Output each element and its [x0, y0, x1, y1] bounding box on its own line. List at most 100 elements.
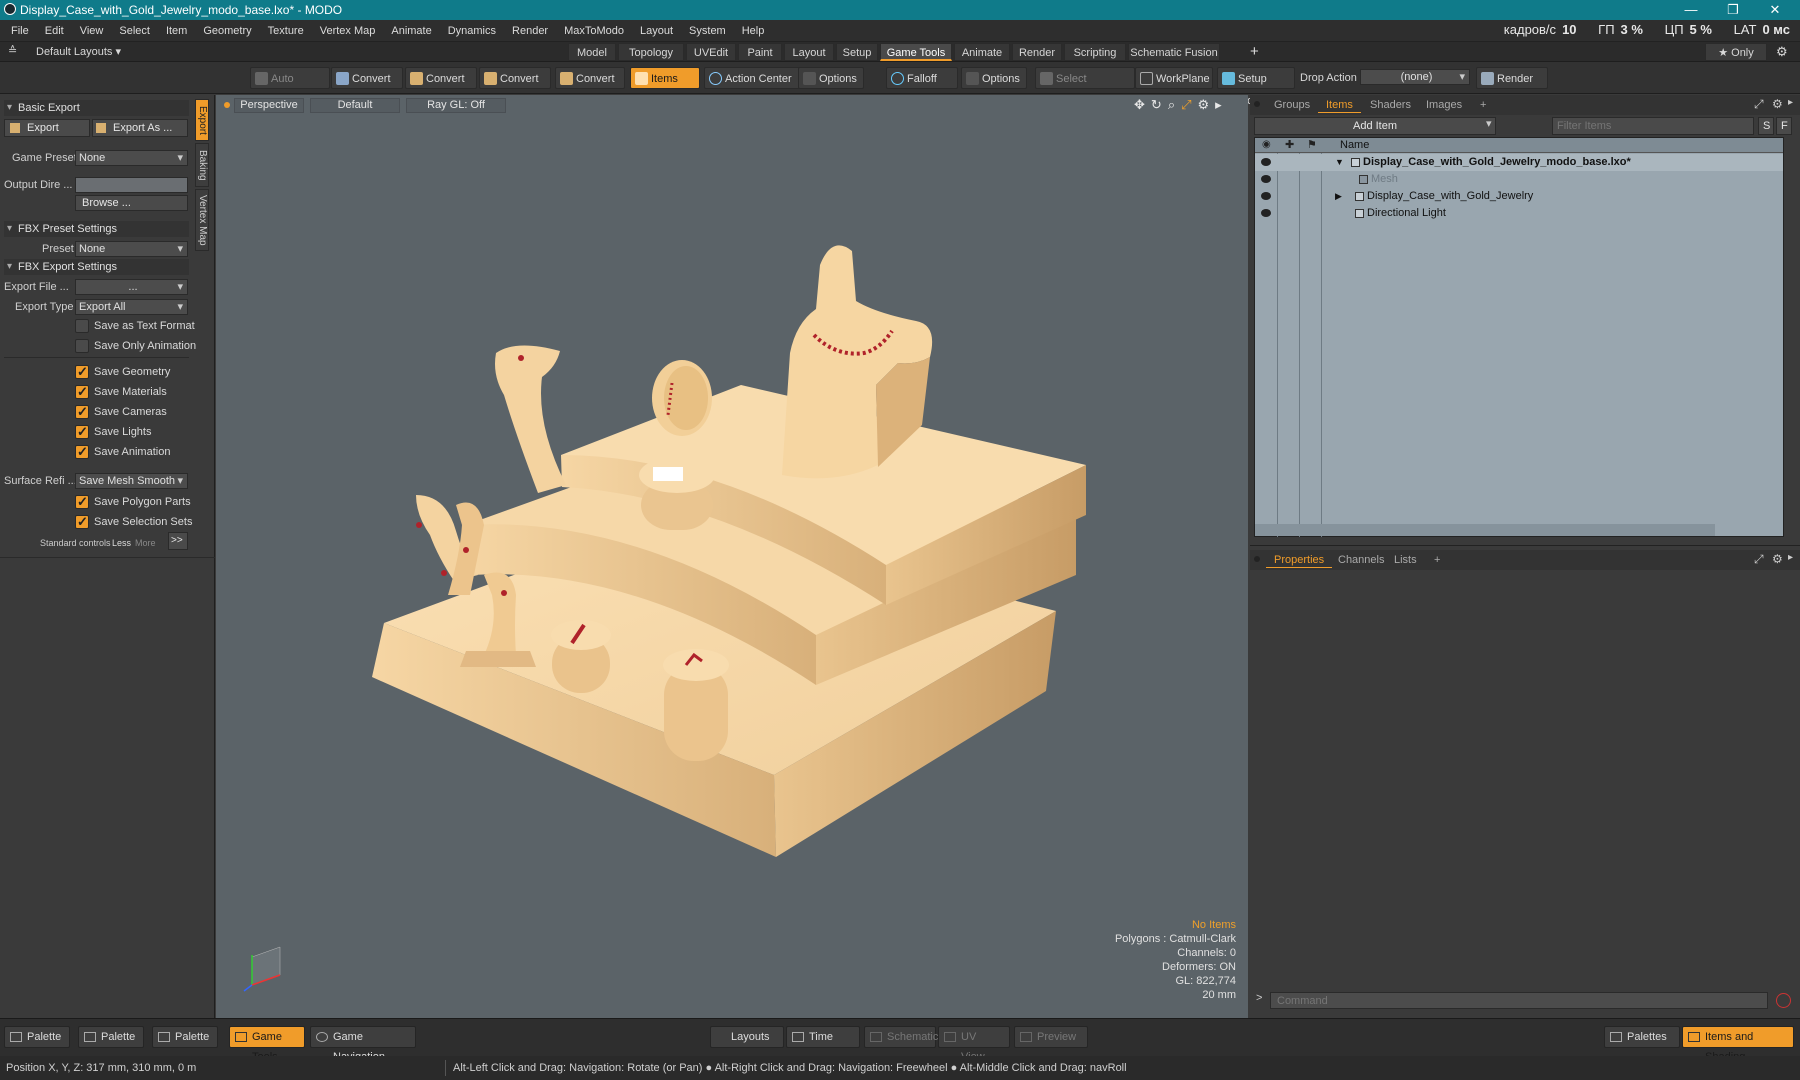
auto-select-button[interactable]: Auto Select	[250, 67, 330, 107]
visibility-eye-icon[interactable]	[1261, 209, 1271, 217]
render-button[interactable]: Render ...	[1476, 67, 1548, 107]
uv-view-button[interactable]: UV View	[938, 1026, 1010, 1063]
add-item-dropdown-icon[interactable]: ▾	[1486, 117, 1492, 130]
preview-button[interactable]: Preview	[1014, 1026, 1088, 1048]
visibility-eye-icon[interactable]	[1261, 192, 1271, 200]
only-toggle[interactable]: ★ Only	[1705, 43, 1767, 61]
menu-system[interactable]: System	[681, 20, 734, 42]
layout-tab-topology[interactable]: Topology	[618, 43, 684, 61]
fbx-export-settings-header[interactable]: FBX Export Settings	[4, 259, 189, 275]
expand-panel-icon[interactable]: ⤢	[1754, 552, 1764, 567]
3d-viewport[interactable]: Perspective Default Ray GL: Off ✥↻⌕⤢⚙▸ N…	[216, 95, 1248, 1018]
convert-button-1[interactable]: Convert	[331, 67, 403, 89]
palette-button-1[interactable]: Palette	[4, 1026, 70, 1048]
close-button[interactable]: ✕	[1752, 0, 1798, 20]
falloff-button[interactable]: Falloff	[886, 67, 958, 89]
vtab-export[interactable]: Export	[195, 99, 209, 141]
menu-select[interactable]: Select	[111, 20, 158, 42]
items-and-shading-button[interactable]: Items and Shading	[1682, 1026, 1794, 1063]
checkbox-save-animation[interactable]	[75, 444, 89, 460]
palettes-button[interactable]: Palettes	[1604, 1026, 1680, 1048]
surface-refinement-dropdown[interactable]: Save Mesh Smooth ...	[75, 473, 188, 501]
checkbox-save-cameras[interactable]	[75, 404, 89, 420]
expand-arrow-icon[interactable]: ▶	[1335, 188, 1342, 205]
select-through-button[interactable]: Select Through	[1035, 67, 1135, 107]
item-row[interactable]: Directional Light	[1255, 205, 1783, 222]
add-tab-button[interactable]: +	[1426, 552, 1448, 568]
menu-maxtomodo[interactable]: MaxToModo	[556, 20, 632, 42]
checkbox-save-as-text-format[interactable]	[75, 319, 89, 333]
horizontal-scrollbar[interactable]	[1255, 524, 1715, 536]
more-options-button[interactable]: >>	[168, 532, 188, 550]
filter-items-input[interactable]	[1552, 117, 1754, 135]
add-item-button[interactable]: Add Item	[1254, 117, 1496, 135]
layout-tab-uvedit[interactable]: UVEdit	[686, 43, 736, 61]
tab-shaders[interactable]: Shaders	[1362, 97, 1419, 113]
filter-f-button[interactable]: F	[1776, 117, 1792, 135]
filter-s-button[interactable]: S	[1758, 117, 1774, 135]
less-link[interactable]: Less	[112, 538, 131, 548]
visibility-eye-icon[interactable]	[1261, 158, 1271, 166]
action-center-options-button[interactable]: Options	[798, 67, 864, 89]
tab-items[interactable]: Items	[1318, 97, 1361, 113]
menu-vertex-map[interactable]: Vertex Map	[312, 20, 384, 42]
layout-tab-schematic-fusion[interactable]: Schematic Fusion	[1128, 43, 1220, 61]
falloff-options-button[interactable]: Options	[961, 67, 1027, 89]
menu-dynamics[interactable]: Dynamics	[440, 20, 504, 42]
default-layouts-dropdown[interactable]: Default Layouts ▾	[36, 45, 121, 58]
layout-tab-animate[interactable]: Animate	[954, 43, 1010, 61]
layout-tab-paint[interactable]: Paint	[738, 43, 782, 61]
time-button[interactable]: Time	[786, 1026, 860, 1048]
menu-texture[interactable]: Texture	[260, 20, 312, 42]
setup-mode-button[interactable]: Setup Mode	[1217, 67, 1295, 107]
layouts-button[interactable]: Layouts	[710, 1026, 784, 1048]
gear-icon[interactable]: ⚙	[1776, 44, 1788, 60]
convert-button-4[interactable]: Convert	[555, 67, 625, 89]
menu-item[interactable]: Item	[158, 20, 195, 42]
output-dir-field[interactable]	[75, 177, 188, 193]
basic-export-header[interactable]: Basic Export	[4, 100, 189, 116]
minimize-button[interactable]: —	[1668, 0, 1714, 20]
menu-view[interactable]: View	[72, 20, 112, 42]
menu-help[interactable]: Help	[734, 20, 773, 42]
panel-settings-icon[interactable]: ⚙	[1772, 552, 1783, 566]
layout-tab-scripting[interactable]: Scripting	[1064, 43, 1126, 61]
palette-button-2[interactable]: Palette	[78, 1026, 144, 1048]
menu-layout[interactable]: Layout	[632, 20, 681, 42]
add-layout-tab-button[interactable]: +	[1250, 43, 1259, 60]
tab-images[interactable]: Images	[1418, 97, 1470, 113]
more-link[interactable]: More	[135, 538, 156, 548]
checkbox-save-selection-sets[interactable]	[75, 514, 89, 530]
lock-column-icon[interactable]: ✚	[1285, 138, 1294, 151]
convert-button-3[interactable]: Convert	[479, 67, 551, 89]
browse-button[interactable]: Browse ...	[75, 195, 188, 211]
layout-tab-model[interactable]: Model	[568, 43, 616, 61]
convert-button-2[interactable]: Convert	[405, 67, 477, 89]
layout-tab-game-tools[interactable]: Game Tools	[880, 43, 952, 61]
export-file-dropdown[interactable]: ...	[75, 279, 188, 295]
visibility-eye-icon[interactable]	[1261, 175, 1271, 183]
items-mode-button[interactable]: Items	[630, 67, 700, 89]
checkbox-save-lights[interactable]	[75, 424, 89, 440]
tab-groups[interactable]: Groups	[1266, 97, 1318, 113]
panel-menu-icon[interactable]: ▸	[1788, 552, 1793, 563]
visibility-column-icon[interactable]: ◉	[1262, 139, 1271, 150]
menu-geometry[interactable]: Geometry	[195, 20, 259, 42]
name-column-header[interactable]: Name	[1340, 139, 1369, 151]
preset-dropdown[interactable]: None	[75, 241, 188, 257]
layout-tab-render[interactable]: Render	[1012, 43, 1062, 61]
layout-tab-setup[interactable]: Setup	[836, 43, 878, 61]
checkbox-save-materials[interactable]	[75, 384, 89, 400]
menu-edit[interactable]: Edit	[37, 20, 72, 42]
checkbox-save-geometry[interactable]	[75, 364, 89, 380]
vtab-baking[interactable]: Baking	[195, 143, 209, 187]
render-column-icon[interactable]: ⚑	[1307, 138, 1317, 151]
item-row[interactable]: Mesh	[1255, 171, 1783, 188]
maximize-button[interactable]: ❐	[1710, 0, 1756, 20]
panel-menu-icon[interactable]: ▸	[1788, 97, 1793, 108]
tab-channels[interactable]: Channels	[1330, 552, 1392, 568]
action-center-button[interactable]: Action Center	[704, 67, 800, 89]
game-preset-dropdown[interactable]: None	[75, 150, 188, 166]
tab-lists[interactable]: Lists	[1386, 552, 1425, 568]
command-input[interactable]	[1270, 992, 1768, 1009]
